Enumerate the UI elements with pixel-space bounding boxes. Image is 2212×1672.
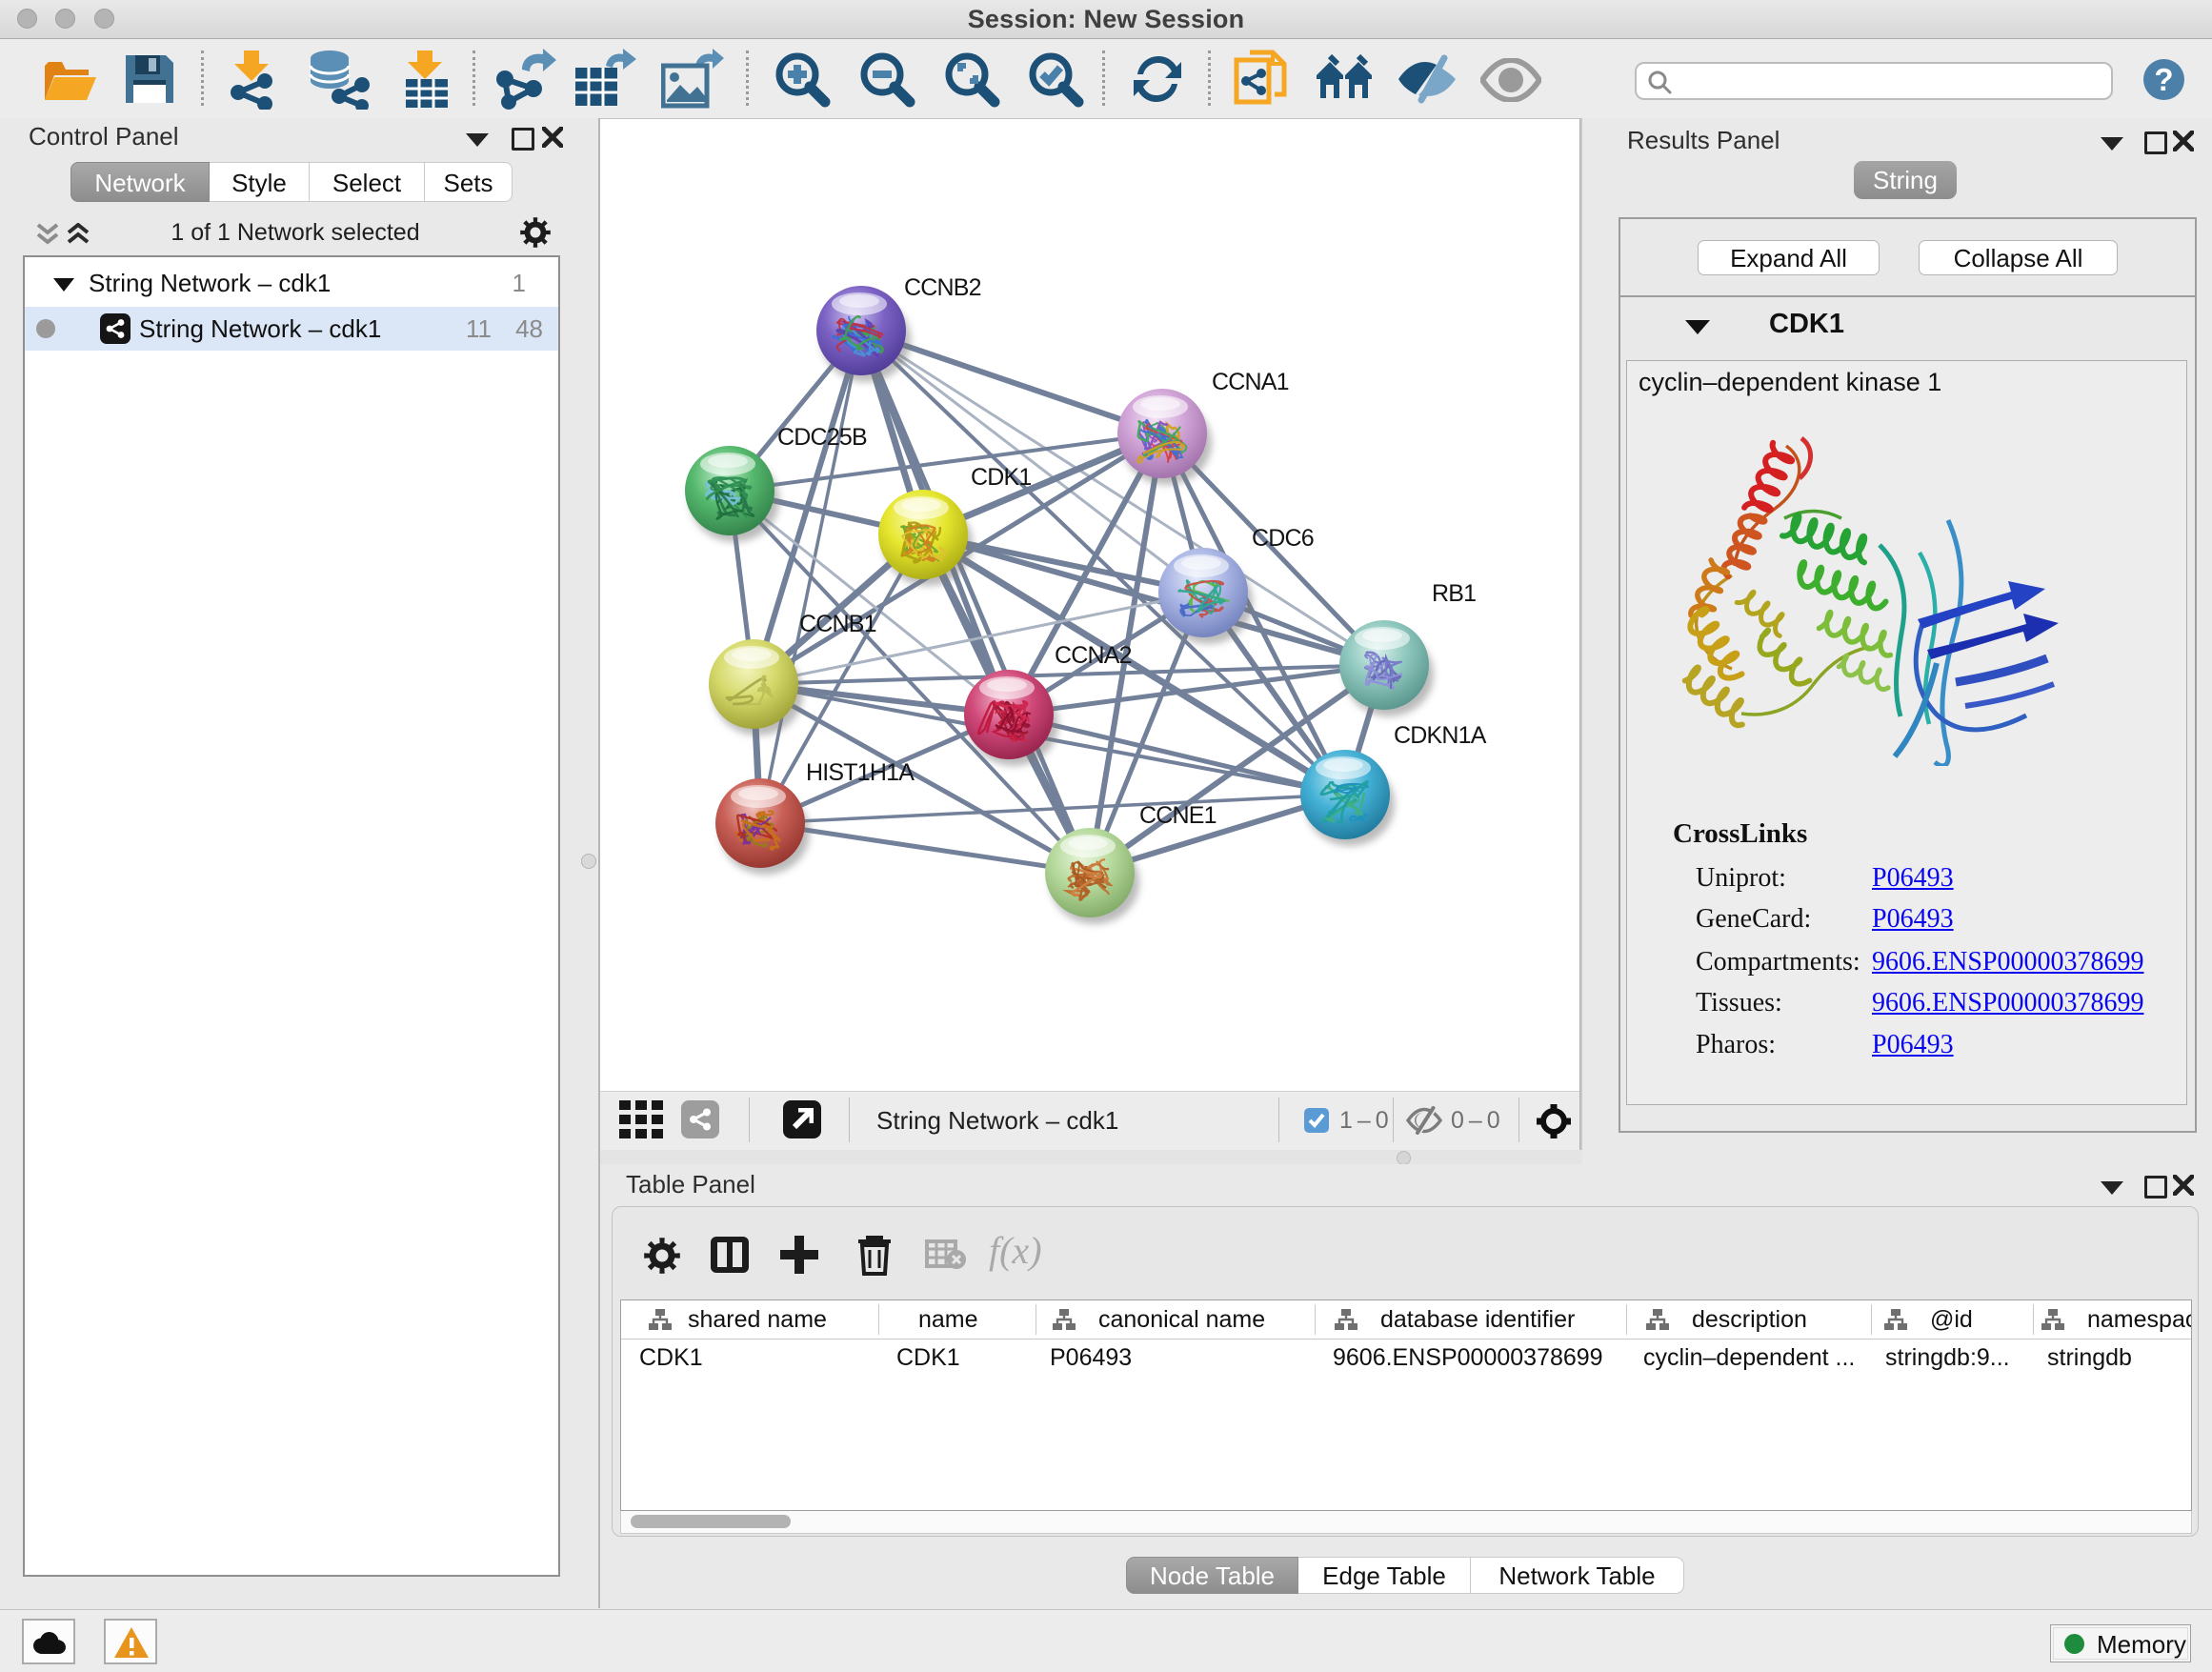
- svg-text:CCNA2: CCNA2: [1055, 642, 1132, 669]
- svg-text:CDC6: CDC6: [1252, 525, 1314, 552]
- svg-text:CCNA1: CCNA1: [1212, 369, 1289, 395]
- svg-text:CCNB2: CCNB2: [904, 274, 981, 301]
- svg-text:RB1: RB1: [1432, 580, 1476, 607]
- svg-text:HIST1H1A: HIST1H1A: [806, 759, 915, 786]
- svg-text:CDC25B: CDC25B: [777, 424, 867, 451]
- svg-text:CCNB1: CCNB1: [799, 611, 876, 637]
- svg-text:CDKN1A: CDKN1A: [1394, 722, 1487, 749]
- svg-text:CDK1: CDK1: [971, 464, 1032, 491]
- svg-text:CCNE1: CCNE1: [1139, 802, 1217, 829]
